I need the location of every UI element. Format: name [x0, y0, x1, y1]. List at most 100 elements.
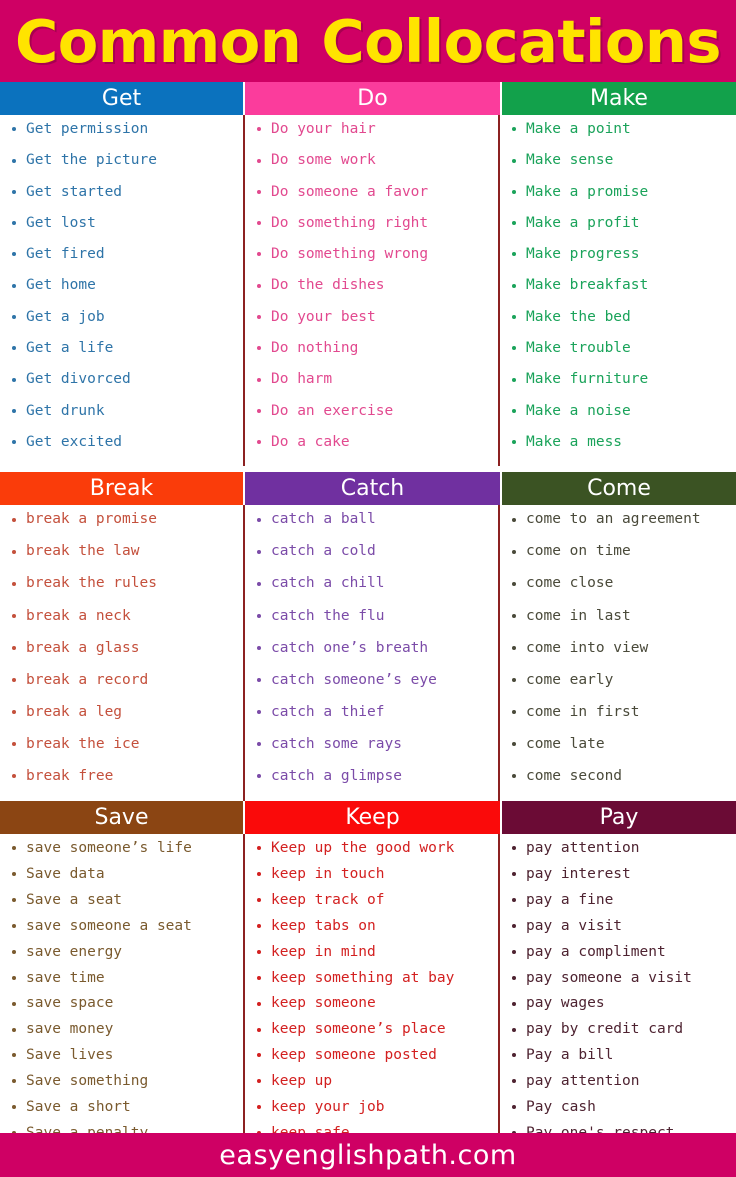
bullet-icon: [257, 1001, 261, 1006]
bullet-icon: [257, 377, 261, 382]
list-item-label: pay by credit card: [526, 1021, 684, 1038]
list-item-label: Do a cake: [271, 433, 350, 450]
bullet-icon: [512, 315, 516, 320]
list-item: Make a profit: [510, 216, 734, 231]
list-item: catch a glimpse: [255, 769, 498, 784]
list-item-label: Get fired: [26, 246, 105, 263]
list-item: save money: [10, 1022, 243, 1037]
bullet-icon: [257, 1053, 261, 1058]
bullet-icon: [512, 1027, 516, 1032]
bullet-icon: [257, 645, 261, 650]
section-body-row: save someone’s life Save data Save a seat s…: [0, 834, 736, 1152]
list-item: Get permission: [10, 122, 243, 137]
list-item: Get excited: [10, 435, 243, 450]
list-item: keep someone’s place: [255, 1022, 498, 1037]
list-item: Get a job: [10, 310, 243, 325]
list-item: catch a thief: [255, 705, 498, 720]
bullet-icon: [257, 949, 261, 954]
list-item-label: Do harm: [271, 371, 333, 388]
bullet-icon: [12, 283, 16, 288]
list-item: pay attention: [510, 841, 734, 856]
list-item-label: break a neck: [26, 607, 131, 624]
bullet-icon: [512, 898, 516, 903]
bullet-icon: [257, 710, 261, 715]
bullet-icon: [512, 710, 516, 715]
list-item: pay a fine: [510, 893, 734, 908]
column-list-keep: Keep up the good work keep in touch keep t…: [243, 834, 498, 1152]
bullet-icon: [12, 440, 16, 445]
list-item-label: Do something wrong: [271, 246, 429, 263]
list-item: Make furniture: [510, 372, 734, 387]
list-item: Get fired: [10, 247, 243, 262]
list-item-label: break a glass: [26, 639, 140, 656]
bullet-icon: [512, 645, 516, 650]
list-item: Do something wrong: [255, 247, 498, 262]
list-item: Save something: [10, 1074, 243, 1089]
list-item: catch a cold: [255, 544, 498, 559]
list-item: save space: [10, 996, 243, 1011]
list-item-label: Make a profit: [526, 214, 640, 231]
list-item-label: catch a thief: [271, 703, 385, 720]
list-item-label: keep up: [271, 1073, 333, 1090]
list-item-label: Make trouble: [526, 340, 631, 357]
collocation-list: break a promise break the law break the ru…: [10, 512, 243, 783]
list-item-label: Keep up the good work: [271, 840, 455, 857]
column-list-save: save someone’s life Save data Save a seat s…: [0, 834, 243, 1152]
bullet-icon: [512, 127, 516, 132]
list-item: Do nothing: [255, 341, 498, 356]
list-item: Do someone a favor: [255, 184, 498, 200]
collocation-list: pay attention pay interest pay a fine pay a…: [510, 841, 734, 1140]
list-item-label: break the law: [26, 543, 140, 560]
list-item: pay wages: [510, 996, 734, 1011]
list-item: come early: [510, 672, 734, 688]
list-item: save someone a seat: [10, 919, 243, 934]
website-url: easyenglishpath.com: [219, 1139, 517, 1171]
bullet-icon: [512, 1079, 516, 1084]
list-item-label: Get excited: [26, 433, 123, 450]
list-item-label: come in last: [526, 607, 631, 624]
list-item-label: Make a mess: [526, 433, 623, 450]
bullet-icon: [12, 924, 16, 929]
footer-bar: easyenglishpath.com: [0, 1133, 736, 1177]
list-item-label: keep your job: [271, 1099, 385, 1116]
bullet-icon: [257, 517, 261, 522]
list-item: keep up: [255, 1074, 498, 1089]
list-item-label: Get home: [26, 277, 96, 294]
list-item-label: come on time: [526, 543, 631, 560]
bullet-icon: [512, 846, 516, 851]
list-item: Make a noise: [510, 402, 734, 419]
bullet-icon: [12, 377, 16, 382]
list-item-label: Do an exercise: [271, 402, 394, 419]
list-item-label: pay interest: [526, 866, 631, 882]
column-list-catch: catch a ball catch a cold catch a chill cat…: [243, 505, 498, 802]
list-item-label: keep someone’s place: [271, 1021, 446, 1038]
list-item-label: Get the picture: [26, 152, 157, 169]
list-item-label: come late: [526, 735, 605, 752]
collocation-section: Save Keep Pay save someone’s life Save data S…: [0, 801, 736, 1152]
bullet-icon: [257, 252, 261, 257]
list-item-label: Make a noise: [526, 402, 631, 419]
list-item-label: Save a seat: [26, 891, 123, 908]
bullet-icon: [12, 742, 16, 747]
list-item: come close: [510, 576, 734, 591]
list-item-label: save someone’s life: [26, 840, 192, 857]
list-item: come into view: [510, 640, 734, 656]
bullet-icon: [12, 1105, 16, 1110]
list-item: Keep up the good work: [255, 841, 498, 856]
column-header-break: Break: [0, 472, 243, 506]
list-item: break the law: [10, 544, 243, 559]
bullet-icon: [257, 408, 261, 413]
list-item: pay a compliment: [510, 944, 734, 960]
list-item-label: save someone a seat: [26, 917, 192, 934]
list-item-label: Make sense: [526, 152, 614, 169]
bullet-icon: [12, 581, 16, 586]
list-item-label: catch someone’s eye: [271, 671, 437, 688]
column-list-make: Make a point Make sense Make a promise Make…: [498, 115, 734, 467]
list-item: Make sense: [510, 153, 734, 168]
collocation-section: Break Catch Come break a promise break the l…: [0, 472, 736, 802]
bullet-icon: [12, 189, 16, 194]
bullet-icon: [12, 252, 16, 257]
bullet-icon: [12, 1027, 16, 1032]
list-item: Do a cake: [255, 435, 498, 450]
bullet-icon: [512, 549, 516, 554]
